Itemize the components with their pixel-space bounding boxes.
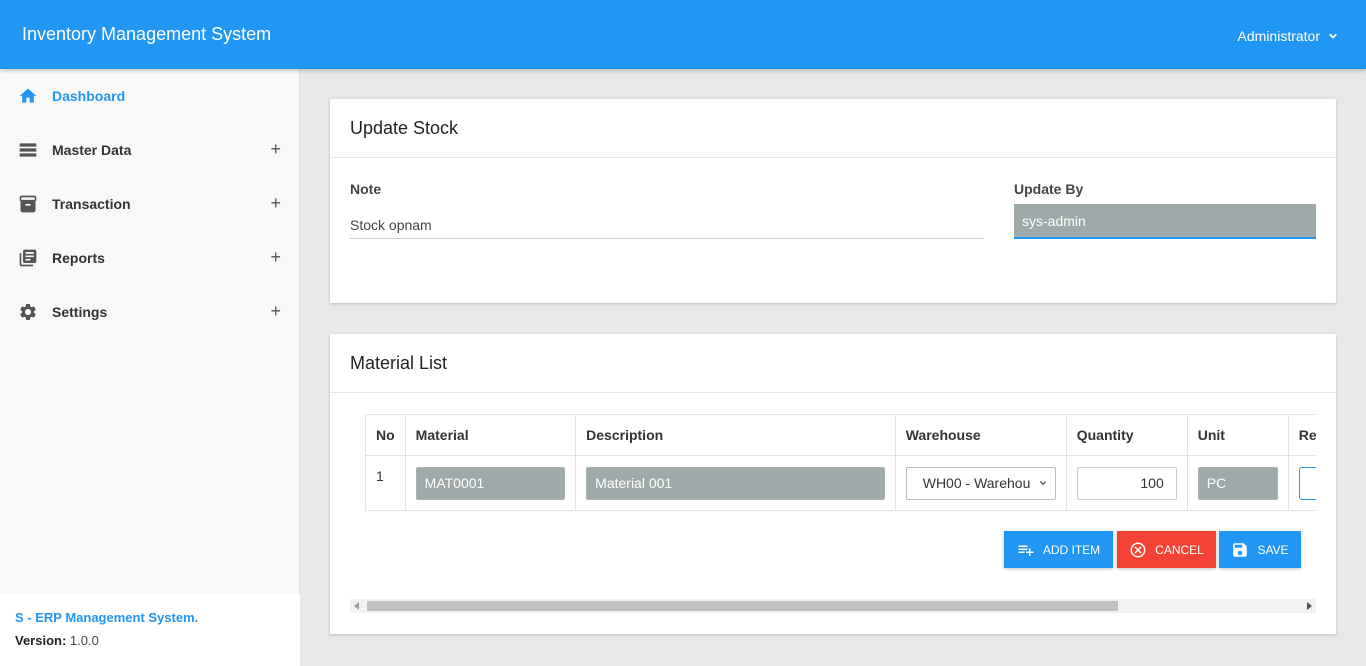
warehouse-select[interactable]: WH00 - Warehou [905,466,1056,500]
column-header-no: No [365,414,406,456]
note-label: Note [350,181,382,197]
sidebar-item-transaction[interactable]: Transaction + [0,177,299,231]
column-header-warehouse: Warehouse [894,414,1067,456]
expand-plus-icon[interactable]: + [270,194,281,212]
sidebar-item-dashboard[interactable]: Dashboard [0,69,299,123]
table-row: 1 MAT0001 Material 001 WH00 - Warehou 10… [365,455,1316,511]
quantity-cell: 100 [1065,455,1188,511]
cancel-label: CANCEL [1155,542,1204,557]
sidebar-item-label: Transaction [52,196,131,212]
material-list-card: Material List No Material Description Wa… [330,334,1336,634]
app-title: Inventory Management System [22,24,272,44]
note-input[interactable] [350,211,984,239]
column-header-remark: Re [1287,414,1316,456]
column-header-unit: Unit [1186,414,1289,456]
update-stock-card: Update Stock [330,99,1336,303]
sidebar-item-master-data[interactable]: Master Data + [0,123,299,177]
remark-cell [1287,455,1316,511]
material-cell: MAT0001 [404,455,577,511]
warehouse-cell: WH00 - Warehou [894,455,1067,511]
unit-input[interactable]: PC [1197,466,1278,500]
playlist-add-icon [1018,545,1034,556]
chevron-down-icon [1039,481,1046,485]
cancel-button[interactable]: CANCEL [1117,531,1216,568]
scroll-right-icon[interactable] [1307,602,1312,610]
sidebar-item-label: Settings [52,304,108,320]
gear-icon [18,302,38,322]
column-header-material: Material [404,414,577,456]
top-app-bar: Inventory Management System Administrato… [0,0,1366,69]
row-number: 1 [365,455,406,511]
warehouse-selected-value: WH00 - Warehou [922,475,1031,491]
sidebar-item-label: Dashboard [52,88,126,104]
sidebar-footer: S - ERP Management System. Version: 1.0.… [0,594,300,666]
floppy-disk-icon [1233,542,1248,557]
material-table: No Material Description Warehouse Quanti… [365,414,1316,511]
library-books-icon [18,248,38,268]
unit-cell: PC [1186,455,1289,511]
sidebar: Dashboard Master Data + Transaction + Re… [0,69,300,666]
quantity-input[interactable]: 100 [1076,466,1177,500]
version-value: 1.0.0 [69,633,99,648]
sidebar-item-label: Master Data [52,142,132,158]
sidebar-item-settings[interactable]: Settings + [0,285,299,339]
table-header-row: No Material Description Warehouse Quanti… [365,414,1316,456]
description-cell: Material 001 [575,455,896,511]
save-button[interactable]: SAVE [1219,531,1301,568]
description-input[interactable]: Material 001 [586,466,885,500]
column-header-description: Description [575,414,896,456]
save-label: SAVE [1257,542,1289,557]
version-info: Version: 1.0.0 [15,633,285,648]
list-icon [18,140,38,160]
add-item-button[interactable]: ADD ITEM [1004,531,1113,568]
home-icon [18,86,38,106]
user-menu[interactable]: Administrator [1238,28,1340,44]
expand-plus-icon[interactable]: + [270,302,281,320]
card-title: Update Stock [330,99,1336,158]
material-table-container: No Material Description Warehouse Quanti… [365,414,1316,511]
expand-plus-icon[interactable]: + [270,248,281,266]
column-header-quantity: Quantity [1065,414,1188,456]
archive-icon [18,194,38,214]
scroll-left-icon[interactable] [354,602,359,610]
scrollbar-thumb[interactable] [367,601,1118,611]
sidebar-item-reports[interactable]: Reports + [0,231,299,285]
brand-name: S - ERP Management System. [15,610,199,625]
add-item-label: ADD ITEM [1042,542,1101,557]
horizontal-scrollbar[interactable] [350,599,1316,613]
update-by-label: Update By [1014,181,1084,197]
material-input[interactable]: MAT0001 [415,466,566,500]
version-label: Version: [15,633,67,648]
expand-plus-icon[interactable]: + [270,140,281,158]
chevron-down-icon [1329,33,1337,39]
cancel-icon [1130,542,1146,557]
user-name: Administrator [1237,28,1320,44]
remark-input[interactable] [1298,466,1316,500]
update-by-input[interactable] [1014,204,1316,239]
card-title: Material List [330,334,1336,393]
sidebar-item-label: Reports [52,250,105,266]
